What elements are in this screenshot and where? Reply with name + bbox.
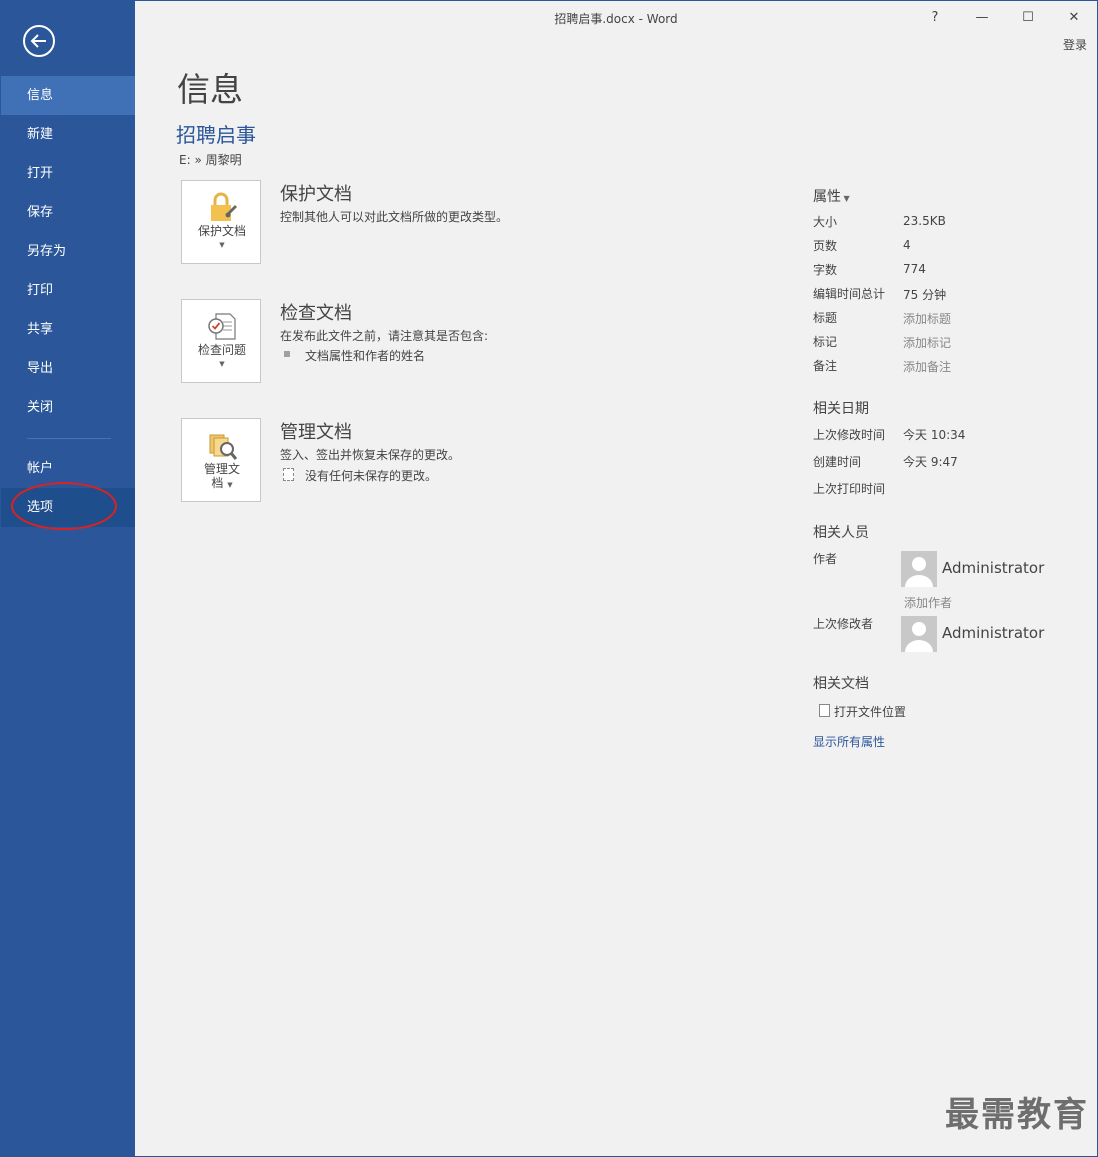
nav-divider [27, 438, 111, 439]
avatar [901, 551, 937, 587]
tags-input[interactable]: 添加标记 [903, 334, 951, 351]
manage-document-button[interactable]: 管理文 档 ▼ [181, 418, 261, 502]
inspect-document-title: 检查文档 [280, 303, 352, 324]
chevron-down-icon: ▼ [219, 241, 225, 249]
backstage-sidebar: 信息 新建 打开 保存 另存为 打印 共享 导出 关闭 帐户 选项 [1, 1, 135, 1156]
help-button[interactable]: ? [923, 7, 947, 29]
tags-label: 标记 [813, 335, 838, 349]
nav-info[interactable]: 信息 [1, 76, 135, 115]
highlight-circle-annotation [11, 482, 117, 530]
check-for-issues-label: 检查问题 [197, 343, 246, 357]
properties-dropdown[interactable]: 属性 ▼ [813, 186, 850, 206]
document-icon [819, 704, 830, 717]
maximize-button[interactable]: ☐ [1016, 7, 1040, 29]
protect-document-button[interactable]: 保护文档 ▼ [181, 180, 261, 264]
created-value: 今天 9:47 [903, 455, 958, 469]
lock-icon [211, 192, 237, 221]
author-label: 作者 [813, 552, 838, 566]
words-label: 字数 [813, 263, 838, 277]
minimize-button[interactable]: — [970, 7, 994, 29]
related-documents-heading: 相关文档 [813, 676, 869, 692]
nav-save[interactable]: 保存 [1, 193, 135, 232]
nav-print[interactable]: 打印 [1, 271, 135, 310]
document-path[interactable]: E: » 周黎明 [179, 151, 242, 168]
manage-document-title: 管理文档 [280, 422, 352, 443]
author-name[interactable]: Administrator [942, 559, 1044, 577]
inspect-document-icon [208, 313, 236, 340]
add-author-link[interactable]: 添加作者 [904, 594, 952, 611]
protect-document-desc: 控制其他人可以对此文档所做的更改类型。 [280, 210, 509, 224]
word-backstage-window: 信息 新建 打开 保存 另存为 打印 共享 导出 关闭 帐户 选项 招聘启事.d… [0, 0, 1098, 1157]
show-all-properties-link[interactable]: 显示所有属性 [813, 733, 885, 750]
back-button[interactable] [23, 25, 55, 57]
document-title: 招聘启事 [176, 123, 256, 147]
avatar [901, 616, 937, 652]
inspect-document-desc: 在发布此文件之前，请注意其是否包含: [280, 329, 489, 343]
person-icon [905, 622, 933, 652]
editing-time-label: 编辑时间总计 [813, 287, 886, 301]
last-modified-by-name[interactable]: Administrator [942, 624, 1044, 642]
nav-new[interactable]: 新建 [1, 115, 135, 154]
nav-export[interactable]: 导出 [1, 349, 135, 388]
window-title: 招聘启事.docx - Word [554, 12, 678, 26]
size-label: 大小 [813, 215, 838, 229]
title-input[interactable]: 添加标题 [903, 310, 951, 327]
chevron-down-icon: ▼ [219, 360, 225, 368]
open-file-location-link[interactable]: 打开文件位置 [834, 703, 906, 720]
words-value: 774 [903, 262, 926, 276]
login-link[interactable]: 登录 [1063, 36, 1087, 53]
related-dates-heading: 相关日期 [813, 401, 869, 417]
manage-document-desc: 签入、签出并恢复未保存的更改。 [280, 448, 461, 462]
close-button[interactable]: ✕ [1062, 7, 1086, 29]
manage-bullet-text: 没有任何未保存的更改。 [305, 469, 438, 483]
pages-label: 页数 [813, 239, 838, 253]
title-bar: 招聘启事.docx - Word ? — ☐ ✕ [135, 1, 1097, 37]
back-arrow-icon [30, 34, 46, 48]
nav-save-as[interactable]: 另存为 [1, 232, 135, 271]
comments-label: 备注 [813, 359, 838, 373]
nav-open[interactable]: 打开 [1, 154, 135, 193]
pages-value: 4 [903, 238, 911, 252]
related-people-heading: 相关人员 [813, 525, 869, 541]
nav-share[interactable]: 共享 [1, 310, 135, 349]
protect-document-title: 保护文档 [280, 184, 352, 205]
person-icon [905, 557, 933, 587]
last-modified-label: 上次修改时间 [813, 428, 886, 442]
created-label: 创建时间 [813, 455, 862, 469]
unsaved-document-icon [283, 468, 294, 481]
manage-document-label: 管理文 档 ▼ [203, 462, 240, 490]
watermark-logo: 最需教育 [945, 1095, 1089, 1135]
editing-time-value: 75 分钟 [903, 288, 947, 302]
check-for-issues-button[interactable]: 检查问题 ▼ [181, 299, 261, 383]
bullet-icon [284, 351, 290, 357]
page-title: 信息 [177, 70, 243, 109]
comments-input[interactable]: 添加备注 [903, 358, 951, 375]
last-modified-by-label: 上次修改者 [813, 617, 874, 631]
size-value: 23.5KB [903, 214, 946, 228]
last-printed-label: 上次打印时间 [813, 482, 886, 496]
manage-document-icon [209, 434, 238, 460]
nav-close[interactable]: 关闭 [1, 388, 135, 427]
last-modified-value: 今天 10:34 [903, 428, 966, 442]
inspect-bullet-text: 文档属性和作者的姓名 [305, 349, 426, 363]
protect-document-label: 保护文档 [197, 224, 246, 238]
title-label: 标题 [813, 311, 838, 325]
